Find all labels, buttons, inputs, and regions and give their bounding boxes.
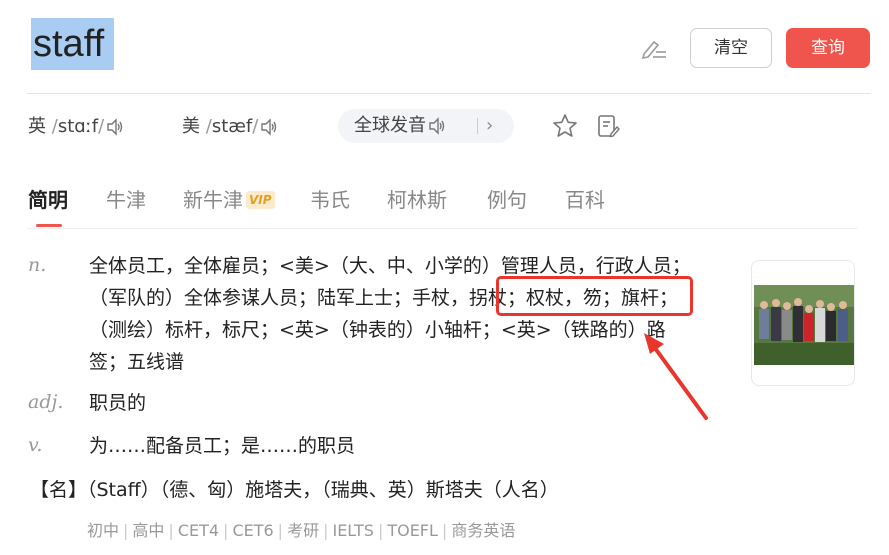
pron-us[interactable]: 美 /stæf/ [182, 112, 278, 142]
global-pronunciation-button[interactable]: 全球发音 › [338, 109, 514, 143]
divider [27, 93, 871, 94]
level-tag[interactable]: CET4 [178, 521, 219, 540]
tab-xin-niujin[interactable]: 新牛津 VIP [183, 185, 275, 215]
tab-weishi[interactable]: 韦氏 [310, 185, 350, 215]
definition-adj: 职员的 [89, 392, 147, 414]
vip-badge: VIP [246, 191, 275, 209]
chevron-right-icon: › [486, 115, 494, 136]
speaker-icon[interactable] [106, 118, 124, 136]
clear-button[interactable]: 清空 [690, 28, 772, 68]
tab-xin-niujin-label: 新牛津 [183, 188, 243, 212]
tab-kelinsi[interactable]: 柯林斯 [387, 185, 447, 215]
level-tag[interactable]: 考研 [287, 521, 319, 540]
image-card[interactable] [751, 260, 855, 386]
pos-adj: adj. [28, 391, 64, 413]
speaker-icon[interactable] [260, 118, 278, 136]
level-tag[interactable]: 高中 [132, 521, 164, 540]
tab-liju[interactable]: 例句 [487, 185, 527, 215]
search-query[interactable]: staff [31, 18, 115, 70]
tab-niujin[interactable]: 牛津 [106, 185, 146, 215]
tab-jianming[interactable]: 简明 [28, 185, 68, 215]
pron-us-phonetic: stæf [211, 116, 253, 137]
staff-photo [754, 285, 854, 365]
pron-us-label: 美 [182, 116, 200, 137]
pron-uk-phonetic: stɑːf [57, 116, 99, 137]
level-tag[interactable]: TOEFL [387, 521, 438, 540]
active-tab-indicator [36, 224, 62, 227]
name-entry: 【名】（Staff）（德、匈）施塔夫，（瑞典、英）斯塔夫（人名） [30, 479, 559, 501]
level-tag[interactable]: 商务英语 [451, 521, 515, 540]
global-pron-label: 全球发音 [354, 115, 426, 136]
divider [27, 228, 857, 229]
exam-levels: 初中 | 高中 | CET4 | CET6 | 考研 | IELTS | TOEFL | 商务英语 [87, 521, 516, 540]
level-tag[interactable]: CET6 [232, 521, 273, 540]
edit-icon[interactable] [640, 36, 668, 60]
highlight-box [496, 276, 693, 316]
annotation-arrow [644, 333, 708, 420]
speaker-icon [429, 117, 445, 135]
query-button[interactable]: 查询 [786, 28, 870, 68]
level-tag[interactable]: 初中 [87, 521, 119, 540]
level-tag[interactable]: IELTS [332, 521, 373, 540]
pos-verb: v. [28, 434, 43, 456]
star-icon[interactable] [552, 113, 578, 139]
pron-uk[interactable]: 英 /stɑːf/ [28, 112, 124, 142]
tab-baike[interactable]: 百科 [565, 185, 605, 215]
pron-uk-label: 英 [28, 116, 46, 137]
pos-noun: n. [28, 254, 47, 276]
definition-verb: 为……配备员工；是……的职员 [89, 435, 356, 457]
note-icon[interactable] [596, 114, 620, 138]
